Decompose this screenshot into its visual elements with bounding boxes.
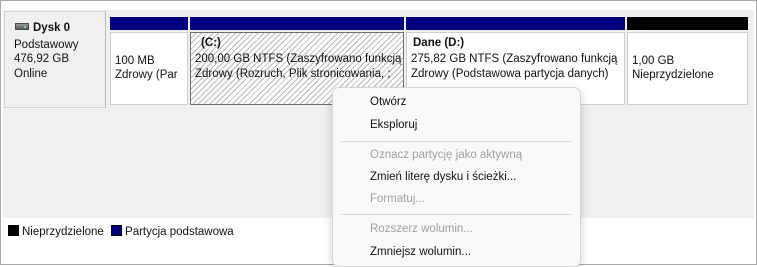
partition-body[interactable]: 1,00 GB Nieprzydzielone xyxy=(627,32,748,105)
disk-name: Dysk 0 xyxy=(33,22,71,34)
partition-title: (C:) xyxy=(201,37,221,49)
menu-item-open[interactable]: Otwórz xyxy=(370,96,406,108)
menu-separator xyxy=(341,214,572,215)
partition-status: Nieprzydzielone xyxy=(632,69,714,81)
partition-efi[interactable]: 100 MB Zdrowy (Par xyxy=(110,17,188,105)
partition-size: 100 MB xyxy=(115,55,155,67)
disk-size: 476,92 GB xyxy=(14,53,69,65)
partition-bar xyxy=(627,17,748,30)
partition-size: 1,00 GB xyxy=(632,55,675,67)
legend-primary: Partycja podstawowa xyxy=(125,226,234,238)
hard-drive-icon xyxy=(15,23,29,30)
disk-type: Podstawowy xyxy=(14,39,79,51)
disk-status: Online xyxy=(14,68,48,80)
context-menu: Otwórz Eksploruj Oznacz partycję jako ak… xyxy=(332,87,581,267)
menu-item-mark-active: Oznacz partycję jako aktywną xyxy=(370,149,523,161)
disk-0-label[interactable]: Dysk 0 Podstawowy 476,92 GB Online xyxy=(4,11,106,108)
partition-bar xyxy=(190,17,404,30)
partition-status: Zdrowy (Rozruch, Plik stronicowania, ; xyxy=(195,68,391,80)
partition-title: Dane (D:) xyxy=(413,37,465,49)
menu-item-extend: Rozszerz wolumin... xyxy=(370,223,473,235)
partition-bar xyxy=(110,17,188,30)
partition-size: 275,82 GB NTFS (Zaszyfrowano funkcją xyxy=(411,53,618,65)
partition-unallocated[interactable]: 1,00 GB Nieprzydzielone xyxy=(627,17,748,105)
partition-status: Zdrowy (Podstawowa partycja danych) xyxy=(411,68,609,80)
legend: Nieprzydzielone Partycja podstawowa xyxy=(8,225,234,238)
partition-body[interactable]: 100 MB Zdrowy (Par xyxy=(110,32,188,105)
legend-unallocated: Nieprzydzielone xyxy=(22,226,104,238)
menu-item-change-letter[interactable]: Zmień literę dysku i ścieżki... xyxy=(370,171,516,183)
primary-partition-swatch xyxy=(111,225,123,236)
unallocated-swatch xyxy=(8,225,19,236)
partition-bar xyxy=(406,17,625,30)
partition-status: Zdrowy (Par xyxy=(115,69,178,81)
partition-size: 200,00 GB NTFS (Zaszyfrowano funkcją xyxy=(195,53,402,65)
menu-item-shrink[interactable]: Zmniejsz wolumin... xyxy=(370,246,471,258)
menu-separator xyxy=(341,141,572,142)
menu-item-format: Formatuj... xyxy=(370,193,425,205)
menu-item-explore[interactable]: Eksploruj xyxy=(370,119,417,131)
